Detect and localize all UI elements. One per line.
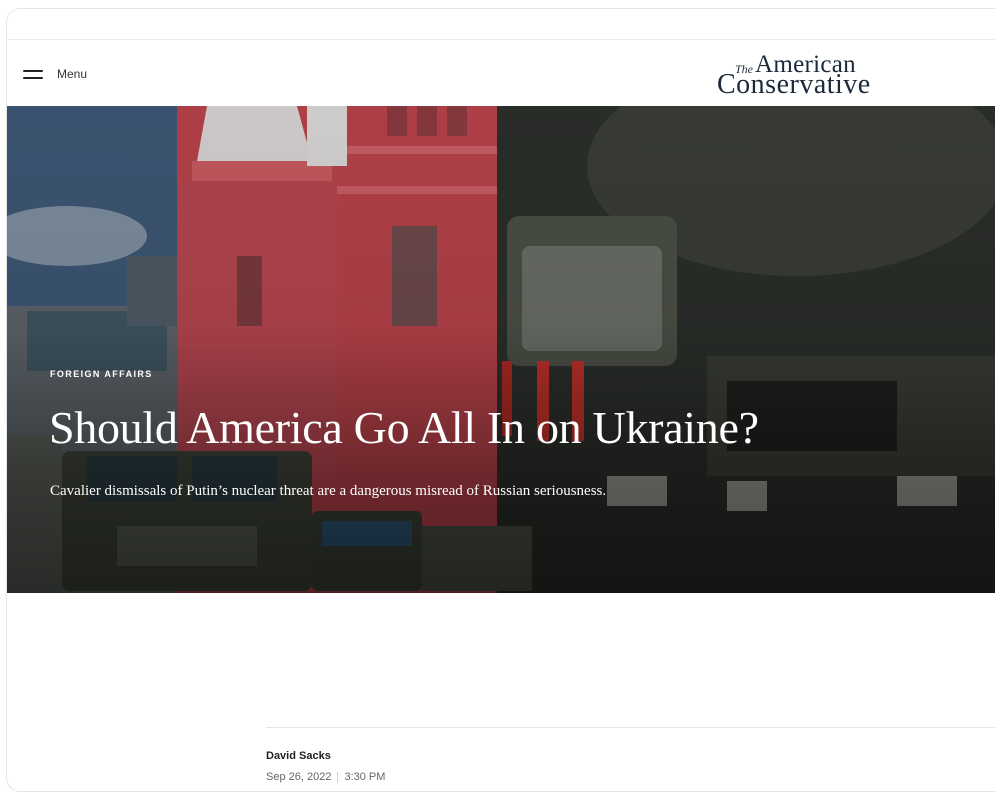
author-link[interactable]: David Sacks [266, 750, 331, 762]
site-logo[interactable]: The American Conservative [717, 51, 892, 100]
byline-divider [266, 727, 995, 728]
menu-button[interactable]: Menu [23, 62, 87, 86]
article-dek: Cavalier dismissals of Putin’s nuclear t… [50, 483, 607, 499]
category-link[interactable]: FOREIGN AFFAIRS [50, 369, 153, 379]
top-strip [7, 9, 995, 40]
site-header: Menu The American Conservative [7, 40, 995, 106]
publish-meta: Sep 26, 2022 3:30 PM [266, 771, 385, 783]
logo-conservative: Conservative [717, 69, 871, 100]
meta-separator [337, 771, 339, 783]
publish-date: Sep 26, 2022 [266, 771, 332, 783]
publish-time: 3:30 PM [344, 771, 386, 783]
browser-frame: Menu The American Conservative FOREIGN A… [6, 8, 995, 792]
hero-section: FOREIGN AFFAIRS Should America Go All In… [7, 106, 995, 593]
article-headline: Should America Go All In on Ukraine? [49, 402, 759, 453]
menu-label: Menu [57, 67, 88, 81]
hero-overlay [7, 106, 995, 593]
hamburger-icon [23, 68, 43, 80]
